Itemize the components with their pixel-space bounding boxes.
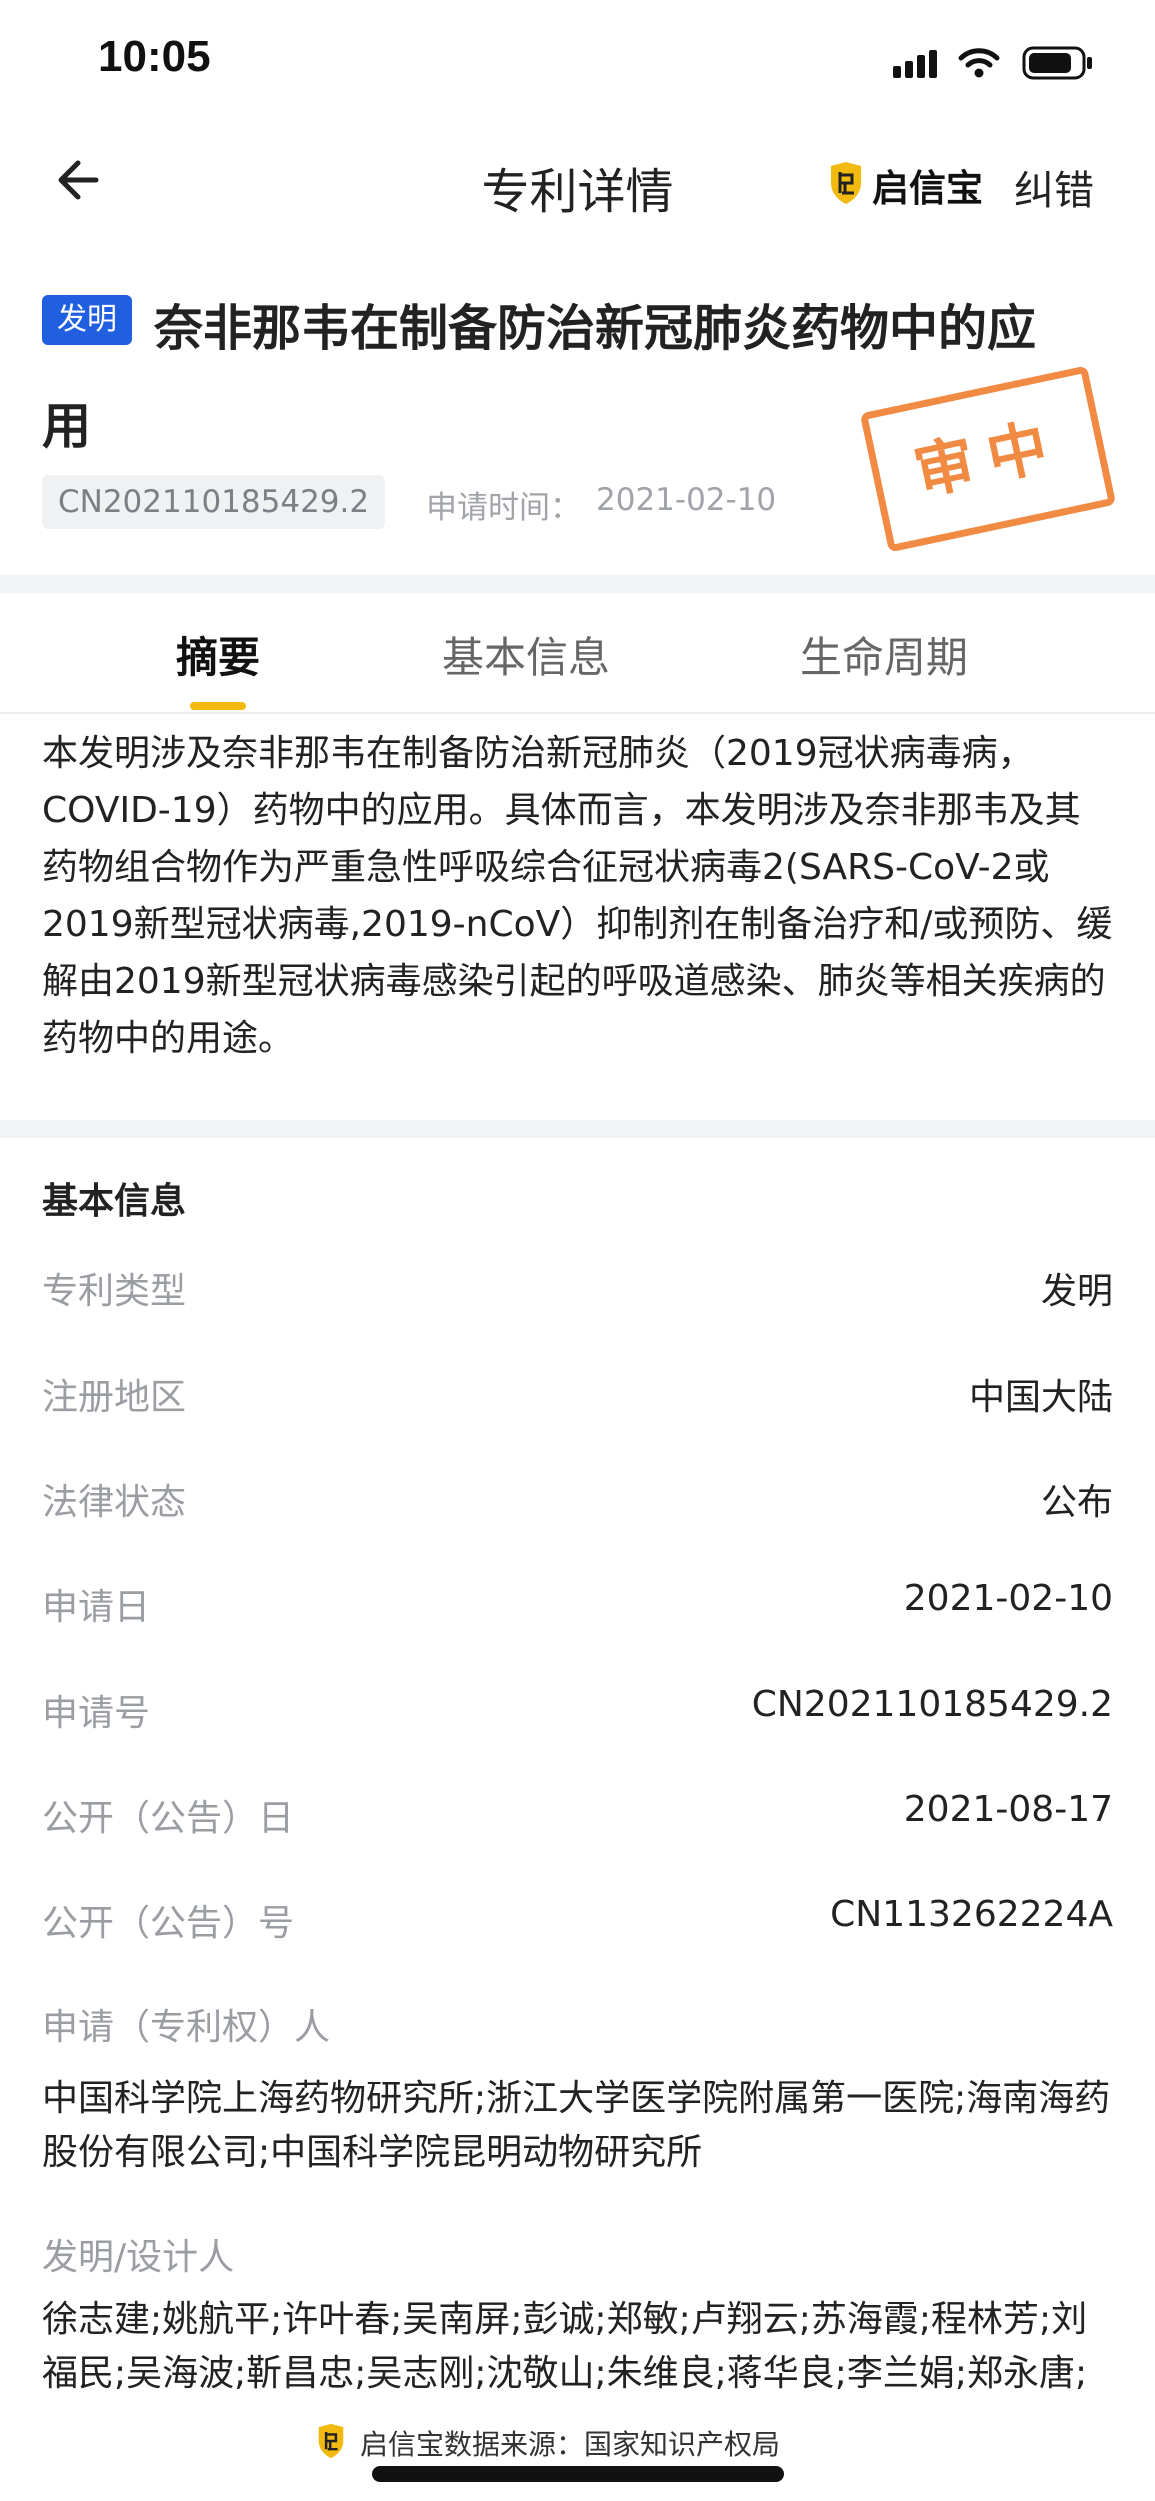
info-value-application-date: 2021-02-10 bbox=[903, 1578, 1113, 1619]
data-source-row: 启信宝数据来源：国家知识产权局 bbox=[316, 2423, 780, 2463]
tab-abstract[interactable]: 摘要 bbox=[176, 624, 260, 685]
info-value-region: 中国大陆 bbox=[968, 1377, 1113, 1418]
data-source-text: 启信宝数据来源：国家知识产权局 bbox=[360, 2428, 781, 2461]
info-value-applicants: 中国科学院上海药物研究所;浙江大学医学院附属第一医院;海南海药股份有限公司;中国… bbox=[42, 2078, 1111, 2173]
wifi-icon bbox=[958, 47, 1000, 79]
info-value-publication-number: CN113262224A bbox=[830, 1894, 1113, 1935]
info-label-application-date: 申请日 bbox=[42, 1587, 151, 1628]
home-indicator[interactable] bbox=[372, 2466, 784, 2482]
info-label-inventors: 发明/设计人 bbox=[42, 2237, 235, 2278]
tab-bar-divider bbox=[0, 712, 1155, 714]
info-label-legal-status: 法律状态 bbox=[42, 1482, 187, 1523]
info-value-application-number: CN202110185429.2 bbox=[751, 1684, 1113, 1725]
brand-name: 启信宝 bbox=[872, 167, 983, 210]
info-label-region: 注册地区 bbox=[42, 1377, 187, 1418]
info-value-publication-date: 2021-08-17 bbox=[903, 1789, 1113, 1830]
basic-info-heading: 基本信息 bbox=[42, 1181, 187, 1222]
info-label-application-number: 申请号 bbox=[42, 1693, 151, 1734]
report-error-button[interactable]: 纠错 bbox=[1014, 158, 1094, 216]
tab-lifecycle[interactable]: 生命周期 bbox=[800, 624, 968, 685]
info-label-publication-date: 公开（公告）日 bbox=[42, 1798, 295, 1839]
info-label-applicants: 申请（专利权）人 bbox=[42, 2007, 331, 2048]
abstract-text: 本发明涉及奈非那韦在制备防治新冠肺炎（2019冠状病毒病，COVID-19）药物… bbox=[42, 733, 1113, 1059]
patent-number: CN202110185429.2 bbox=[42, 475, 386, 529]
battery-icon bbox=[1022, 46, 1094, 80]
brand-shield-icon bbox=[828, 161, 864, 209]
signal-icon bbox=[893, 50, 939, 78]
brand-logo: 启信宝 bbox=[828, 158, 983, 212]
application-date-value: 2021-02-10 bbox=[596, 482, 777, 518]
brand-shield-icon bbox=[316, 2423, 346, 2463]
status-time: 10:05 bbox=[98, 32, 211, 81]
info-label-publication-number: 公开（公告）号 bbox=[42, 1903, 295, 1944]
info-value-inventors: 徐志建;姚航平;许叶春;吴南屏;彭诚;郑敏;卢翔云;苏海霞;程林芳;刘福民;吴海… bbox=[42, 2299, 1088, 2408]
tab-basic-info[interactable]: 基本信息 bbox=[442, 624, 610, 685]
application-date-label: 申请时间： bbox=[426, 490, 581, 526]
info-value-patent-type: 发明 bbox=[1040, 1271, 1113, 1312]
patent-type-badge: 发明 bbox=[42, 295, 132, 345]
section-divider bbox=[0, 575, 1155, 593]
section-divider bbox=[0, 1120, 1155, 1138]
info-value-legal-status: 公布 bbox=[1040, 1482, 1113, 1523]
active-tab-indicator bbox=[190, 702, 246, 710]
info-label-patent-type: 专利类型 bbox=[42, 1271, 187, 1312]
